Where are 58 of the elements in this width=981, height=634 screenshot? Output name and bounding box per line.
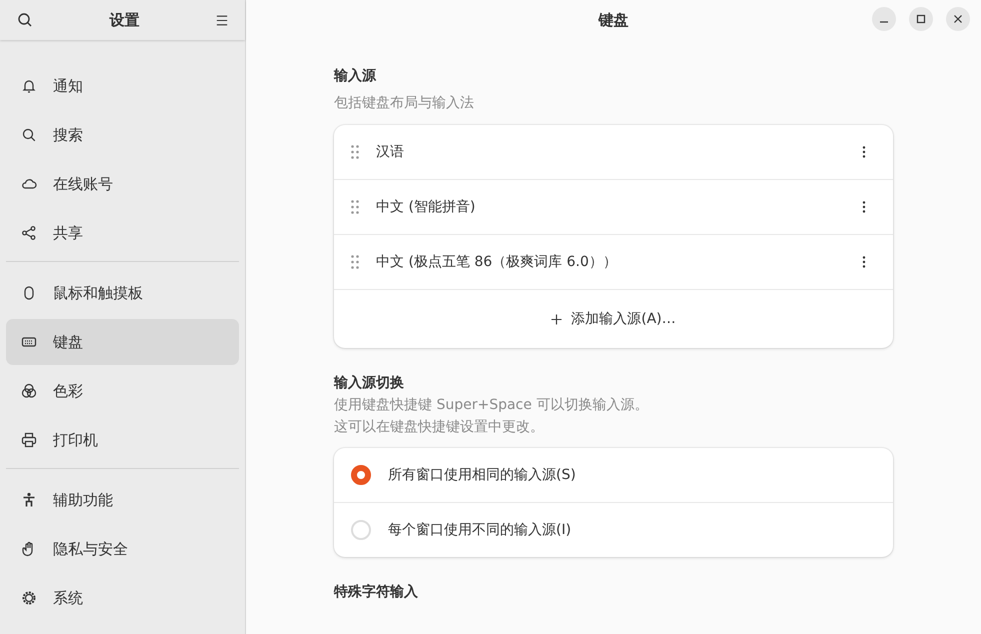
printer-icon xyxy=(21,432,37,448)
minimize-icon xyxy=(880,21,888,23)
person-icon xyxy=(21,492,37,508)
sidebar-item[interactable]: 共享 xyxy=(6,210,239,256)
sidebar-label: 系统 xyxy=(53,588,83,608)
sidebar-label: 键盘 xyxy=(53,332,83,352)
sidebar-item[interactable]: 辅助功能 xyxy=(6,477,239,523)
sidebar-item[interactable]: 搜索 xyxy=(6,112,239,158)
sidebar-label: 共享 xyxy=(53,224,83,242)
sidebar-label: 隐私与安全 xyxy=(53,540,128,558)
close-icon xyxy=(953,14,963,24)
maximize-icon xyxy=(916,14,926,24)
section-description: 这可以在键盘快捷键设置中更改。 xyxy=(334,418,544,436)
add-input-source-button[interactable]: 添加输入源(A)… xyxy=(334,290,893,348)
sidebar-label: 在线账号 xyxy=(53,174,113,194)
sidebar-label: 通知 xyxy=(53,76,83,96)
maximize-button[interactable] xyxy=(909,7,933,31)
radio-button[interactable] xyxy=(351,465,371,485)
search-icon xyxy=(21,127,37,143)
drag-handle-icon[interactable] xyxy=(351,145,359,159)
sidebar-label: 打印机 xyxy=(53,430,98,450)
option-label: 每个窗口使用不同的输入源(I) xyxy=(388,521,572,539)
sidebar-title: 设置 xyxy=(110,10,140,30)
sidebar-item[interactable]: 键盘 xyxy=(6,319,239,365)
sidebar-item[interactable]: 在线账号 xyxy=(6,161,239,207)
input-source-label: 汉语 xyxy=(376,143,405,161)
sidebar-item[interactable]: 通知 xyxy=(6,63,239,109)
more-options-icon[interactable] xyxy=(862,256,866,268)
sidebar-label: 辅助功能 xyxy=(53,490,113,510)
menu-icon[interactable] xyxy=(216,14,228,26)
more-options-icon[interactable] xyxy=(862,146,866,158)
gear-icon xyxy=(21,590,37,606)
plus-icon xyxy=(551,314,562,324)
color-circles-icon xyxy=(21,383,37,399)
sidebar-label: 搜索 xyxy=(53,126,83,144)
input-source-label: 中文 (智能拼音) xyxy=(376,198,476,216)
drag-handle-icon[interactable] xyxy=(351,255,359,269)
close-button[interactable] xyxy=(946,7,970,31)
sidebar-item[interactable]: 色彩 xyxy=(6,368,239,414)
section-description: 使用键盘快捷键 Super+Space 可以切换输入源。 xyxy=(334,396,648,414)
section-heading: 输入源 xyxy=(334,67,376,85)
sidebar-label: 鼠标和触摸板 xyxy=(53,284,143,302)
bell-icon xyxy=(21,78,37,94)
sidebar-item[interactable]: 打印机 xyxy=(6,417,239,463)
sidebar-item[interactable]: 隐私与安全 xyxy=(6,526,239,572)
sidebar-label: 色彩 xyxy=(53,382,83,400)
input-source-label: 中文 (极点五笔 86（极爽词库 6.0）） xyxy=(376,253,618,271)
sidebar-item[interactable]: 系统 xyxy=(6,575,239,621)
section-heading: 特殊字符输入 xyxy=(334,583,418,601)
section-description: 包括键盘布局与输入法 xyxy=(334,94,474,112)
share-icon xyxy=(21,225,37,241)
more-options-icon[interactable] xyxy=(862,201,866,213)
window-title: 键盘 xyxy=(598,10,628,30)
drag-handle-icon[interactable] xyxy=(351,200,359,214)
section-heading: 输入源切换 xyxy=(334,374,404,392)
search-icon[interactable] xyxy=(17,12,33,28)
sidebar-item[interactable]: 鼠标和触摸板 xyxy=(6,270,239,316)
option-label: 所有窗口使用相同的输入源(S) xyxy=(388,466,576,484)
